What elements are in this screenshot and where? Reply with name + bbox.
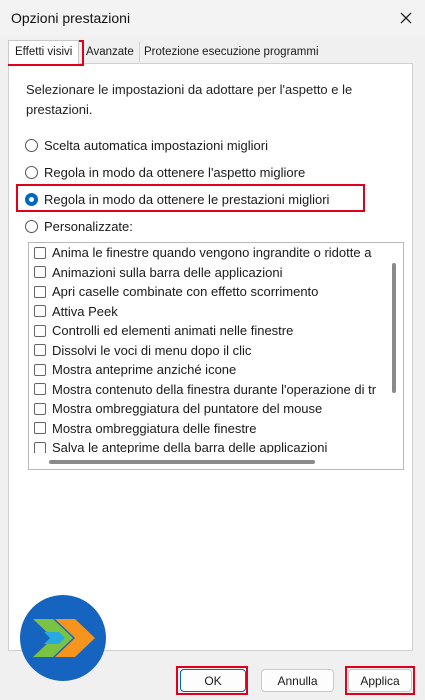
horizontal-scroll-thumb[interactable] [49, 460, 315, 464]
list-item[interactable]: Mostra ombreggiatura del puntatore del m… [29, 399, 384, 419]
tab-avanzate[interactable]: Avanzate [82, 42, 138, 62]
cancel-button[interactable]: Annulla [261, 669, 334, 692]
vertical-scrollbar[interactable] [386, 243, 403, 453]
checkbox[interactable] [34, 402, 46, 415]
list-item[interactable]: Mostra contenuto della finestra durante … [29, 380, 384, 400]
item-label: Anima le finestre quando vengono ingrand… [52, 245, 372, 261]
checkbox[interactable] [34, 266, 46, 279]
window-title: Opzioni prestazioni [11, 10, 131, 26]
list-item[interactable]: Anima le finestre quando vengono ingrand… [29, 243, 384, 263]
title-bar: Opzioni prestazioni [0, 0, 425, 36]
radio-button-selected[interactable] [25, 192, 38, 206]
checkbox[interactable] [34, 305, 46, 318]
option-custom[interactable]: Personalizzate: [25, 216, 133, 236]
close-icon [400, 12, 412, 24]
vertical-scroll-thumb[interactable] [392, 263, 396, 393]
item-label: Mostra ombreggiatura del puntatore del m… [52, 401, 323, 417]
item-label: Mostra contenuto della finestra durante … [52, 381, 377, 397]
item-label: Mostra anteprime anziché icone [52, 362, 237, 378]
checkbox[interactable] [34, 246, 46, 259]
effetti-visivi-panel: Selezionare le impostazioni da adottare … [8, 63, 413, 651]
tab-effetti-visivi[interactable]: Effetti visivi [8, 40, 80, 64]
item-label: Controlli ed elementi animati nelle fine… [52, 323, 294, 339]
checkbox[interactable] [34, 383, 46, 396]
effects-list[interactable]: Anima le finestre quando vengono ingrand… [28, 242, 404, 470]
site-logo [20, 595, 106, 681]
list-item[interactable]: Apri caselle combinate con effetto scorr… [29, 282, 384, 302]
option-label: Regola in modo da ottenere le prestazion… [44, 191, 330, 207]
list-item[interactable]: Dissolvi le voci di menu dopo il clic [29, 341, 384, 361]
item-label: Attiva Peek [52, 303, 118, 319]
option-label: Personalizzate: [44, 218, 133, 234]
item-label: Dissolvi le voci di menu dopo il clic [52, 342, 252, 358]
option-best-appearance[interactable]: Regola in modo da ottenere l'aspetto mig… [25, 162, 305, 182]
item-label: Animazioni sulla barra delle applicazion… [52, 264, 283, 280]
apply-button[interactable]: Applica [348, 669, 412, 692]
checkbox[interactable] [34, 285, 46, 298]
checkbox[interactable] [34, 324, 46, 337]
item-label: Apri caselle combinate con effetto scorr… [52, 284, 319, 300]
checkbox[interactable] [34, 344, 46, 357]
checkbox[interactable] [34, 363, 46, 376]
horizontal-scrollbar[interactable] [29, 453, 403, 469]
ok-button[interactable]: OK [180, 669, 246, 692]
list-item[interactable]: Animazioni sulla barra delle applicazion… [29, 263, 384, 283]
list-item[interactable]: Mostra ombreggiatura delle finestre [29, 419, 384, 439]
radio-button[interactable] [25, 165, 38, 179]
list-item[interactable]: Attiva Peek [29, 302, 384, 322]
option-best-performance[interactable]: Regola in modo da ottenere le prestazion… [25, 189, 329, 209]
option-label: Regola in modo da ottenere l'aspetto mig… [44, 164, 306, 180]
checkbox[interactable] [34, 441, 46, 454]
radio-button[interactable] [25, 219, 38, 233]
tab-protezione-esecuzione[interactable]: Protezione esecuzione programmi [139, 42, 323, 62]
list-item[interactable]: Mostra anteprime anziché icone [29, 360, 384, 380]
list-item[interactable]: Controlli ed elementi animati nelle fine… [29, 321, 384, 341]
close-button[interactable] [391, 3, 421, 33]
effects-items: Anima le finestre quando vengono ingrand… [29, 243, 384, 469]
option-automatic[interactable]: Scelta automatica impostazioni migliori [25, 135, 268, 155]
checkbox[interactable] [34, 422, 46, 435]
radio-button[interactable] [25, 138, 38, 152]
item-label: Mostra ombreggiatura delle finestre [52, 420, 257, 436]
option-label: Scelta automatica impostazioni migliori [44, 137, 268, 153]
description-text: Selezionare le impostazioni da adottare … [26, 82, 353, 117]
